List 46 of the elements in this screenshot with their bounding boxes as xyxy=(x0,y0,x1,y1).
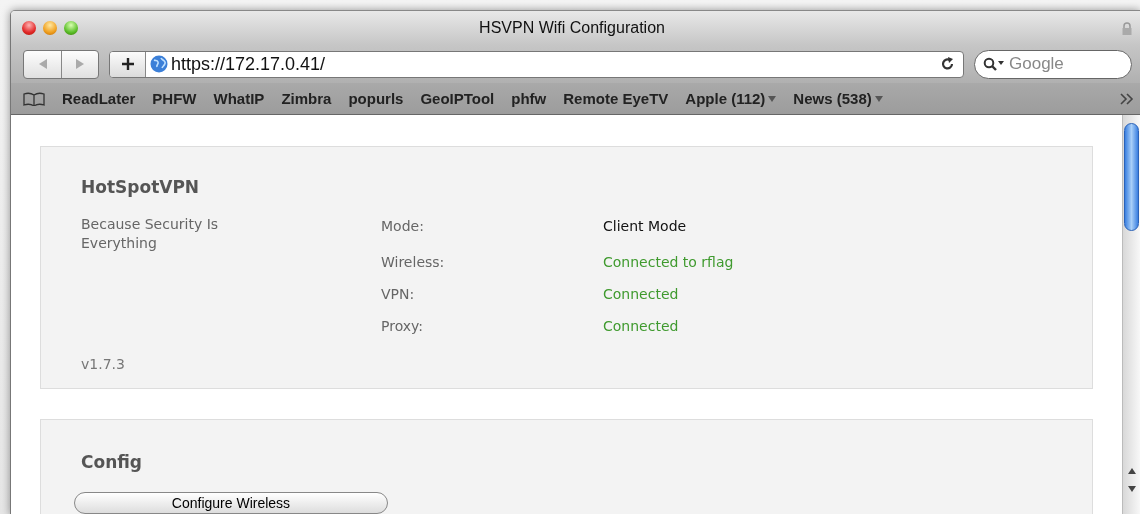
globe-icon xyxy=(150,55,168,73)
scroll-up-icon[interactable] xyxy=(1126,467,1137,475)
search-field[interactable]: Google xyxy=(1005,54,1119,74)
field-value: Connected to rflag xyxy=(603,254,734,270)
panel-title: Config xyxy=(81,452,144,472)
field-label: VPN: xyxy=(381,286,416,302)
close-button[interactable] xyxy=(22,21,36,35)
field-value: Connected xyxy=(603,286,680,302)
panel-title: HotSpotVPN xyxy=(81,177,201,197)
version-text: v1.7.3 xyxy=(81,356,126,372)
back-arrow-icon xyxy=(37,58,48,70)
bookmark-link[interactable]: popurls xyxy=(348,90,404,107)
bookmark-link[interactable]: phfw xyxy=(511,90,547,107)
url-text: https://172.17.0.41/ xyxy=(171,53,327,75)
search-icon xyxy=(983,57,1005,71)
add-bookmark-button[interactable] xyxy=(110,51,146,77)
caret-icon xyxy=(874,95,883,102)
window-title: HSVPN Wifi Configuration xyxy=(479,19,665,37)
scrollbar[interactable] xyxy=(1122,115,1140,514)
book-icon[interactable] xyxy=(23,91,45,106)
bookmark-link[interactable]: GeoIPTool xyxy=(420,90,495,107)
plus-icon xyxy=(120,57,135,71)
lock-icon xyxy=(1122,21,1132,35)
forward-arrow-icon xyxy=(75,58,85,70)
search-field[interactable]: Google xyxy=(974,49,1132,79)
caret-icon xyxy=(768,95,777,102)
bookmark-link[interactable]: ReadLater xyxy=(62,90,136,107)
field-label: Wireless: xyxy=(381,254,446,270)
field-value: Connected xyxy=(603,318,680,334)
configure-button[interactable]: Configure Wireless xyxy=(74,492,388,514)
chevron-icon[interactable] xyxy=(1120,92,1134,105)
tagline: Because Security Is Everything xyxy=(81,215,220,253)
bookmark-link[interactable]: PHFW xyxy=(152,90,197,107)
bookmark-menu[interactable]: News (538) xyxy=(793,90,883,107)
address-field[interactable]: https://172.17.0.41/ xyxy=(109,50,964,78)
reload-icon[interactable] xyxy=(941,56,955,72)
bookmark-link[interactable]: Zimbra xyxy=(281,90,332,107)
field-label: Mode: xyxy=(381,218,425,234)
bookmark-menu[interactable]: Apple (112) xyxy=(685,90,777,107)
scroll-down-icon[interactable] xyxy=(1126,485,1137,493)
zoom-button[interactable] xyxy=(64,21,78,35)
field-value: Client Mode xyxy=(603,218,688,234)
bookmark-link[interactable]: WhatIP xyxy=(213,90,265,107)
scroll-thumb[interactable] xyxy=(1124,123,1139,231)
field-label: Proxy: xyxy=(381,318,425,334)
bookmark-link[interactable]: Remote EyeTV xyxy=(563,90,669,107)
